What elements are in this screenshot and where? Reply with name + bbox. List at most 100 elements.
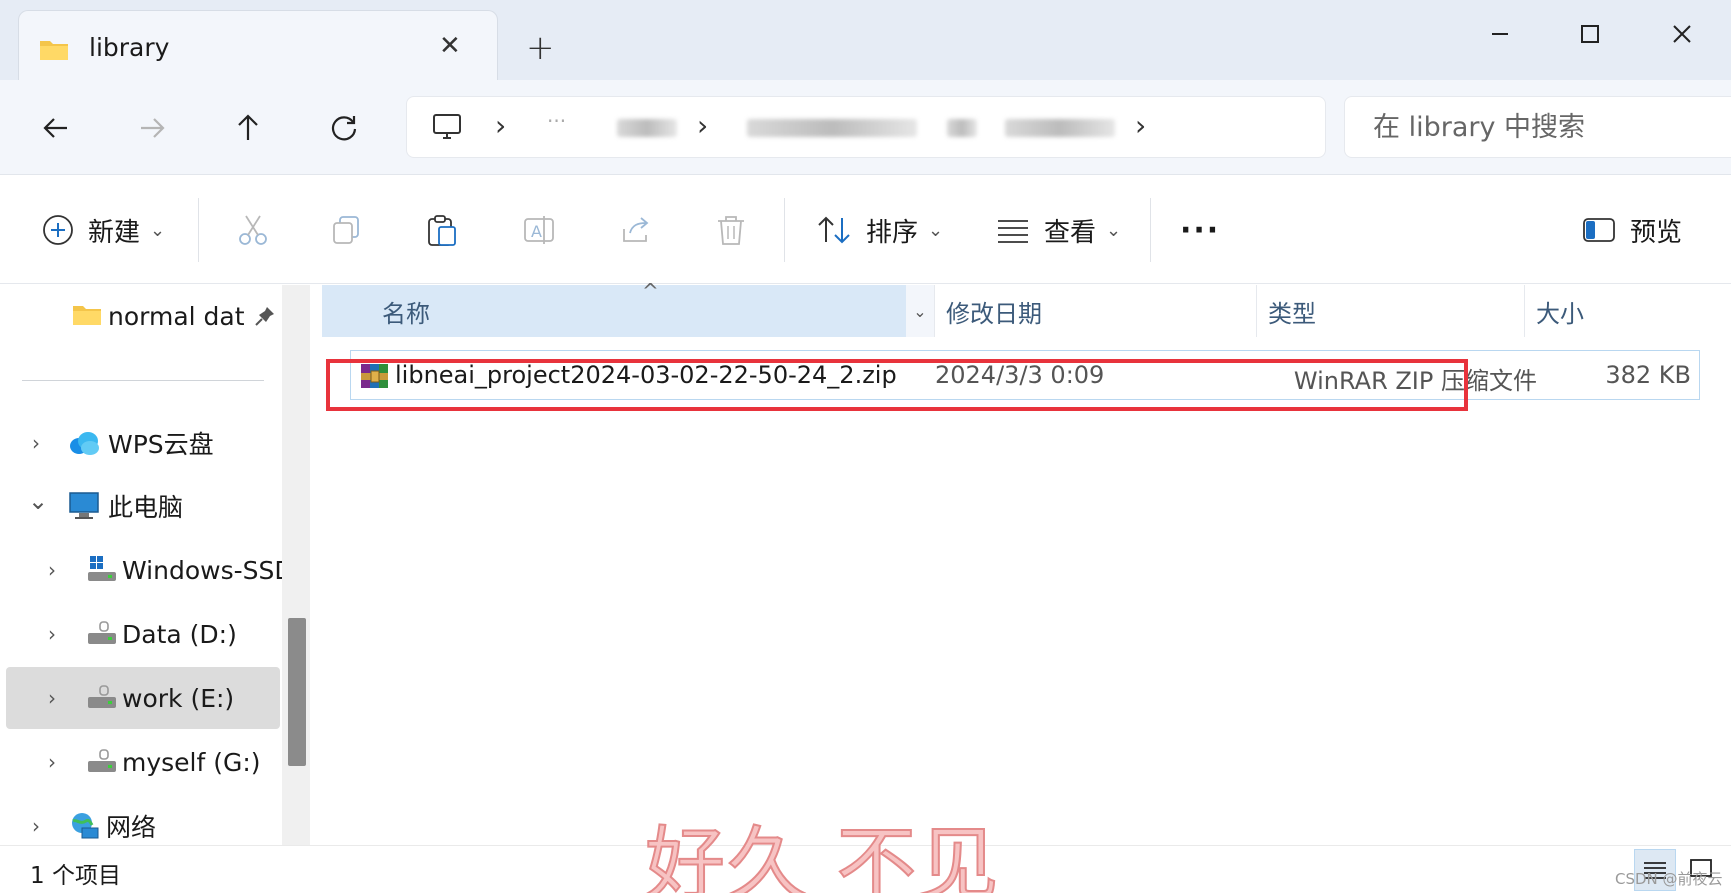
command-bar: 新建 ⌄ A 排序 ⌄ 查看 ⌄ ··· 预览 <box>0 176 1731 284</box>
refresh-icon <box>331 116 357 141</box>
new-button[interactable]: 新建 ⌄ <box>42 208 165 252</box>
forward-button[interactable] <box>132 108 172 148</box>
chevron-right-icon[interactable]: › <box>32 814 40 838</box>
breadcrumb-separator: › <box>495 109 507 142</box>
column-header-row: 名称 ^ ⌄ 修改日期 类型 大小 <box>322 279 1702 337</box>
navigation-pane: normal dat › WPS云盘 ⌄ 此电脑 › Windows-SSD ›… <box>0 285 310 845</box>
minimize-icon <box>1492 33 1508 35</box>
back-button[interactable] <box>36 108 76 148</box>
search-input[interactable] <box>1373 109 1713 145</box>
address-bar[interactable]: › ··· › › <box>406 96 1326 158</box>
chevron-down-icon: ⌄ <box>150 219 166 241</box>
breadcrumb-ellipsis[interactable]: ··· <box>547 109 566 133</box>
column-header-type[interactable]: 类型 <box>1256 285 1524 337</box>
sidebar-item-normal-dat[interactable]: normal dat <box>6 285 280 347</box>
monitor-icon <box>431 111 463 147</box>
sidebar-item-myself-g[interactable]: › myself (G:) <box>6 731 280 793</box>
tab-close-button[interactable]: ✕ <box>439 31 461 61</box>
pin-icon[interactable] <box>254 305 276 331</box>
rename-icon: A <box>524 216 554 244</box>
chevron-down-icon[interactable]: ⌄ <box>28 487 48 515</box>
minimize-button[interactable] <box>1470 14 1530 54</box>
share-icon <box>623 217 649 242</box>
paste-button[interactable] <box>425 208 459 252</box>
table-row[interactable]: libneai_project2024-03-02-22-50-24_2.zip… <box>350 350 1700 400</box>
chevron-right-icon[interactable]: › <box>48 622 56 646</box>
share-button[interactable] <box>620 208 654 252</box>
column-header-name[interactable]: 名称 ^ <box>322 279 906 337</box>
more-options-button[interactable]: ··· <box>1180 208 1220 252</box>
preview-pane-button[interactable]: 预览 <box>1582 208 1682 252</box>
arrow-up-icon <box>238 114 258 140</box>
divider <box>198 198 199 262</box>
sidebar-item-label: 此电脑 <box>108 493 184 522</box>
breadcrumb-separator: › <box>697 109 709 142</box>
computer-icon <box>68 491 100 525</box>
file-list: 名称 ^ ⌄ 修改日期 类型 大小 libneai_project2024-03… <box>318 279 1731 845</box>
up-button[interactable] <box>228 108 268 148</box>
arrow-left-icon <box>43 118 67 138</box>
sort-label: 排序 <box>866 217 919 248</box>
chevron-right-icon[interactable]: › <box>48 750 56 774</box>
divider <box>784 198 785 262</box>
refresh-button[interactable] <box>324 108 364 148</box>
search-box[interactable] <box>1344 96 1731 158</box>
column-header-size[interactable]: 大小 <box>1524 285 1694 337</box>
maximize-button[interactable] <box>1560 14 1620 54</box>
sidebar-item-wps-cloud[interactable]: › WPS云盘 <box>6 412 280 474</box>
sidebar-item-network[interactable]: › 网络 <box>6 795 280 845</box>
sidebar-item-work-e[interactable]: › work (E:) <box>6 667 280 729</box>
breadcrumb-item-redacted[interactable] <box>947 119 977 137</box>
chevron-right-icon[interactable]: › <box>48 686 56 710</box>
column-header-modified[interactable]: 修改日期 <box>934 285 1256 337</box>
plus-circle-icon <box>43 215 73 245</box>
close-window-button[interactable] <box>1652 14 1712 54</box>
sidebar-scrollbar-thumb[interactable] <box>288 618 306 766</box>
file-type: WinRAR ZIP 压缩文件 <box>1293 367 1537 395</box>
sort-button[interactable]: 排序 ⌄ <box>816 208 943 252</box>
maximize-icon <box>1581 25 1599 43</box>
cloud-icon <box>68 430 100 460</box>
preview-pane-icon <box>1583 218 1615 242</box>
folder-icon <box>39 37 69 65</box>
sidebar-item-data-d[interactable]: › Data (D:) <box>6 603 280 665</box>
drive-icon <box>86 749 118 779</box>
breadcrumb-item-redacted[interactable] <box>617 119 677 137</box>
tab-library[interactable]: library ✕ <box>18 10 498 80</box>
new-tab-button[interactable]: + <box>526 28 555 68</box>
windows-drive-icon <box>86 555 118 587</box>
view-button[interactable]: 查看 ⌄ <box>996 208 1121 252</box>
sidebar-item-windows-ssd[interactable]: › Windows-SSD <box>6 539 294 601</box>
sort-icon <box>818 216 850 244</box>
tab-title: library <box>89 33 170 62</box>
sidebar-item-label: Data (D:) <box>122 619 237 649</box>
sidebar-item-this-pc[interactable]: ⌄ 此电脑 <box>6 475 280 537</box>
rename-button[interactable]: A <box>522 208 556 252</box>
svg-text:A: A <box>531 222 542 241</box>
winrar-archive-icon <box>359 361 391 395</box>
sidebar-item-label: work (E:) <box>122 683 235 713</box>
copy-button[interactable] <box>330 208 364 252</box>
title-bar: library ✕ + <box>0 0 1731 80</box>
clipboard-icon <box>428 215 456 246</box>
chevron-right-icon[interactable]: › <box>48 558 56 582</box>
address-row: › ··· › › <box>0 80 1731 175</box>
sidebar-item-label: WPS云盘 <box>108 430 214 459</box>
sidebar-item-label: 网络 <box>106 813 157 842</box>
chevron-down-icon: ⌄ <box>1106 219 1122 241</box>
delete-button[interactable] <box>714 208 748 252</box>
file-name: libneai_project2024-03-02-22-50-24_2.zip <box>395 361 897 389</box>
breadcrumb-item-redacted[interactable] <box>1005 119 1115 137</box>
sidebar-divider <box>22 380 264 381</box>
sidebar-item-label: normal dat <box>108 301 245 331</box>
overlay-caption: 好久 不见 <box>644 817 1001 893</box>
list-view-icon <box>998 220 1028 243</box>
chevron-right-icon[interactable]: › <box>32 431 40 455</box>
file-modified: 2024/3/3 0:09 <box>935 361 1105 389</box>
watermark: CSDN @前夜云 <box>1615 870 1723 888</box>
breadcrumb-item-redacted[interactable] <box>747 119 917 137</box>
breadcrumb-separator: › <box>1135 109 1147 142</box>
cut-button[interactable] <box>236 208 270 252</box>
scissors-icon <box>239 215 267 245</box>
column-filter-dropdown[interactable]: ⌄ <box>906 285 934 337</box>
